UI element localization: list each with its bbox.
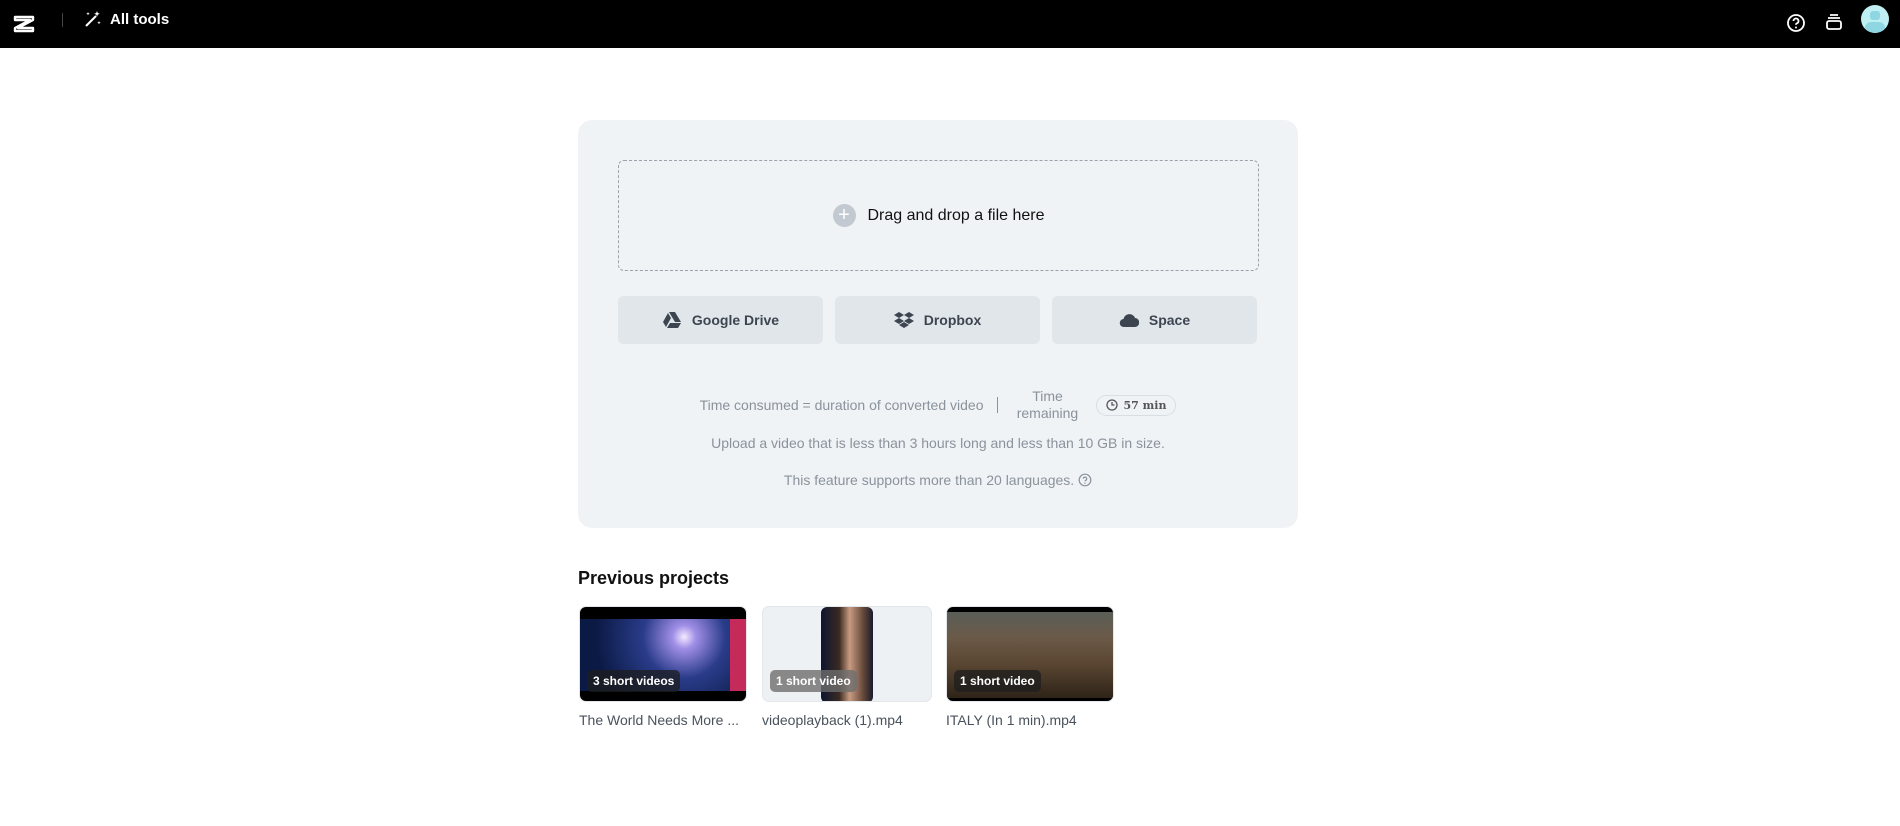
google-drive-button[interactable]: Google Drive: [618, 296, 823, 344]
avatar[interactable]: [1861, 5, 1889, 33]
cloud-icon: [1119, 314, 1139, 328]
upload-panel: + Drag and drop a file here Google Drive…: [578, 120, 1298, 528]
user-icon: [1865, 11, 1885, 33]
layers-icon[interactable]: [1823, 12, 1845, 34]
all-tools-label: All tools: [110, 10, 170, 28]
divider: [62, 13, 63, 27]
help-icon[interactable]: [1785, 12, 1807, 34]
time-remaining-value: 57 min: [1123, 398, 1167, 412]
languages-row: This feature supports more than 20 langu…: [578, 472, 1298, 488]
space-label: Space: [1148, 312, 1191, 328]
project-name: The World Needs More ...: [579, 712, 740, 728]
top-bar: All tools: [0, 0, 1900, 48]
previous-projects-title: Previous projects: [578, 568, 730, 588]
time-info-row: Time consumed = duration of converted vi…: [578, 388, 1298, 422]
project-card[interactable]: 3 short videos The World Needs More ...: [579, 606, 747, 728]
project-badge: 3 short videos: [587, 670, 681, 692]
plus-icon: +: [832, 204, 856, 227]
project-badge: 1 short video: [954, 670, 1041, 692]
space-button[interactable]: Space: [1052, 296, 1257, 344]
clock-icon: [1106, 399, 1119, 411]
all-tools-button[interactable]: All tools: [84, 10, 169, 28]
file-drop-zone[interactable]: + Drag and drop a file here: [618, 160, 1259, 271]
project-badge: 1 short video: [770, 670, 857, 692]
google-drive-label: Google Drive: [691, 312, 780, 328]
drop-label: Drag and drop a file here: [867, 206, 1045, 224]
project-name: videoplayback (1).mp4: [762, 712, 903, 728]
project-card[interactable]: 1 short video videoplayback (1).mp4: [762, 606, 932, 728]
dropbox-label: Dropbox: [923, 312, 982, 328]
project-thumbnail: 1 short video: [946, 606, 1114, 702]
project-thumbnail: 3 short videos: [579, 606, 747, 702]
project-thumbnail: 1 short video: [762, 606, 932, 702]
project-card[interactable]: 1 short video ITALY (In 1 min).mp4: [946, 606, 1114, 728]
help-icon[interactable]: [1078, 473, 1092, 487]
dropbox-icon: [893, 312, 914, 328]
dropbox-button[interactable]: Dropbox: [835, 296, 1040, 344]
project-name: ITALY (In 1 min).mp4: [946, 712, 1077, 728]
time-remaining-label: Time remaining: [1016, 388, 1079, 421]
languages-text: This feature supports more than 20 langu…: [783, 472, 1075, 488]
time-consumed-text: Time consumed = duration of converted vi…: [699, 397, 984, 413]
size-limit-text: Upload a video that is less than 3 hours…: [711, 435, 1165, 451]
google-drive-icon: [662, 312, 681, 328]
divider: [997, 397, 999, 413]
time-remaining-badge: 57 min: [1096, 394, 1177, 416]
capcut-logo-icon[interactable]: [12, 12, 36, 36]
magic-wand-icon: [85, 11, 101, 27]
